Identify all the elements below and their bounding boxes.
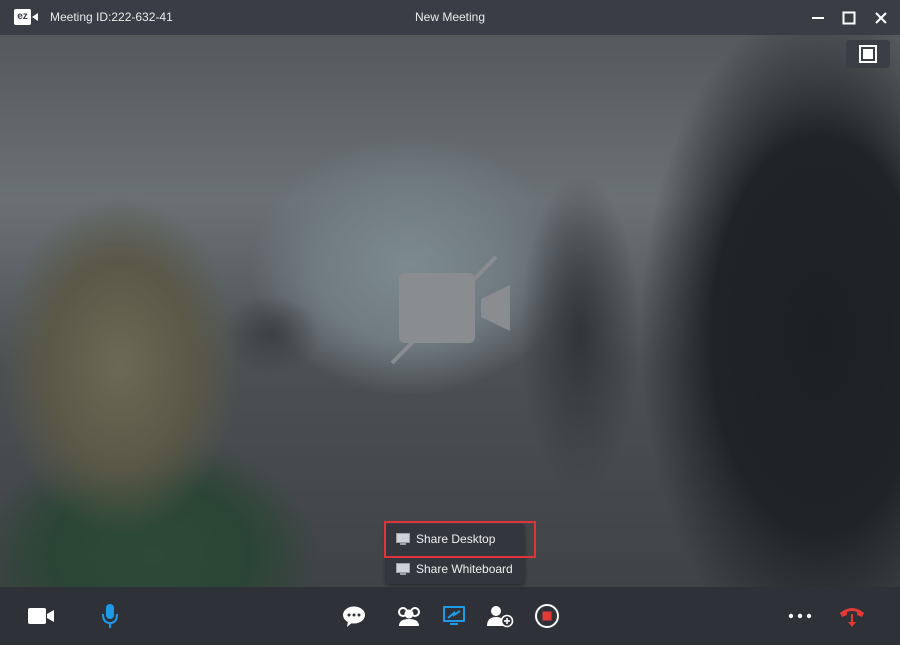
fullscreen-icon bbox=[859, 45, 877, 63]
bottom-toolbar bbox=[0, 587, 900, 645]
maximize-button[interactable] bbox=[839, 8, 859, 28]
app-logo-text: ez bbox=[14, 9, 31, 25]
record-icon bbox=[535, 604, 559, 628]
minimize-icon bbox=[812, 17, 824, 19]
record-button[interactable] bbox=[533, 603, 561, 629]
title-bar: ez Meeting ID:222-632-41 New Meeting bbox=[0, 0, 900, 35]
monitor-icon bbox=[396, 533, 410, 545]
minimize-button[interactable] bbox=[808, 8, 828, 28]
close-button[interactable] bbox=[871, 8, 891, 28]
share-desktop-label: Share Desktop bbox=[416, 532, 496, 546]
logo-camera-icon bbox=[32, 13, 38, 21]
chat-button[interactable] bbox=[340, 603, 368, 629]
add-user-icon bbox=[487, 606, 514, 628]
video-area bbox=[0, 35, 900, 587]
video-camera-icon bbox=[28, 608, 54, 624]
app-logo: ez bbox=[14, 9, 38, 25]
share-whiteboard-item[interactable]: Share Whiteboard bbox=[386, 554, 524, 584]
microphone-button[interactable] bbox=[96, 603, 124, 629]
microphone-icon bbox=[102, 604, 118, 628]
chat-icon bbox=[343, 606, 365, 627]
camera-off-icon bbox=[390, 255, 510, 365]
close-icon bbox=[875, 12, 887, 24]
monitor-icon bbox=[396, 563, 410, 575]
participants-button[interactable] bbox=[395, 603, 423, 629]
more-icon bbox=[788, 613, 812, 619]
participants-icon bbox=[398, 607, 420, 626]
video-toggle-button[interactable] bbox=[27, 603, 55, 629]
hang-up-icon bbox=[840, 608, 864, 627]
share-desktop-item[interactable]: Share Desktop bbox=[386, 524, 524, 554]
fullscreen-button[interactable] bbox=[846, 40, 890, 68]
maximize-icon bbox=[842, 11, 856, 25]
hang-up-button[interactable] bbox=[838, 603, 866, 629]
share-screen-icon bbox=[443, 606, 465, 625]
share-menu: Share Desktop Share Whiteboard bbox=[386, 524, 524, 584]
share-whiteboard-label: Share Whiteboard bbox=[416, 562, 513, 576]
meeting-id: Meeting ID:222-632-41 bbox=[50, 10, 173, 24]
share-screen-button[interactable] bbox=[441, 603, 469, 629]
invite-button[interactable] bbox=[486, 603, 514, 629]
more-button[interactable] bbox=[786, 603, 814, 629]
